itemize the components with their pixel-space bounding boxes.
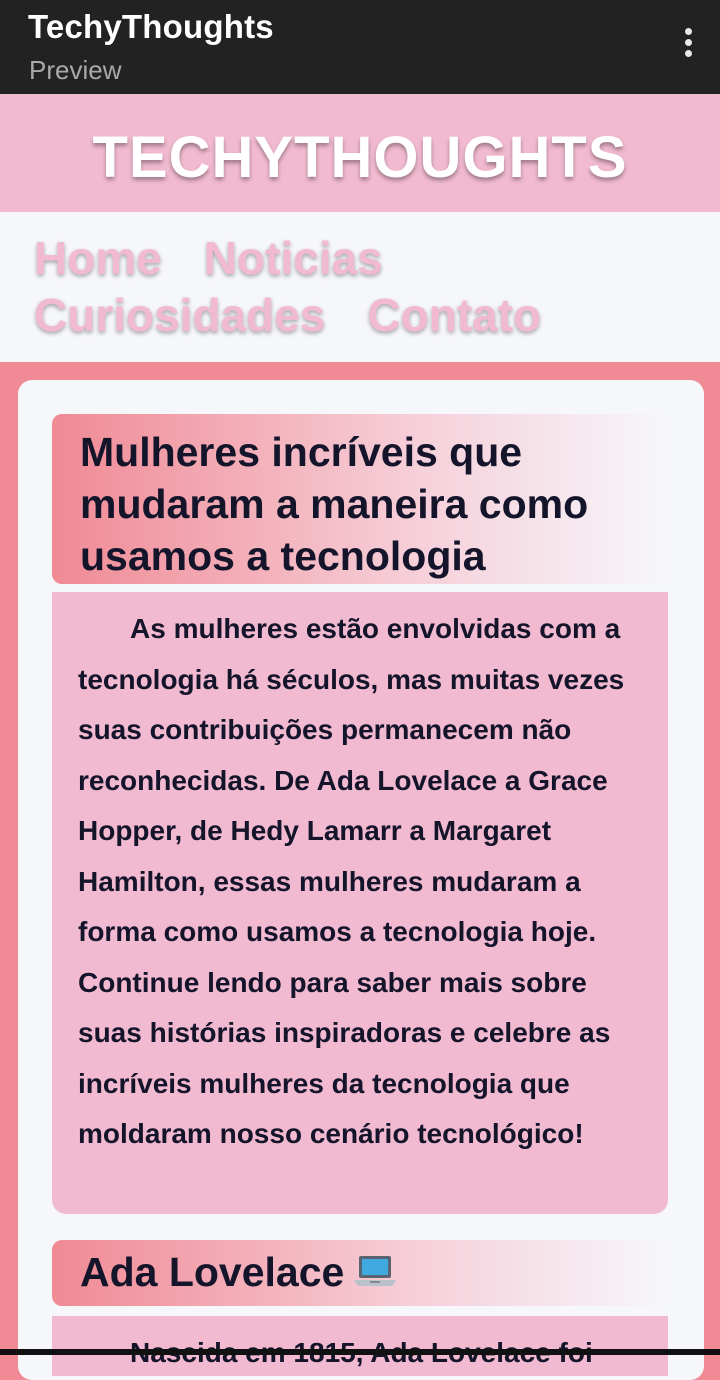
- nav-link-home[interactable]: Home: [34, 230, 162, 287]
- app-title: TechyThoughts: [28, 8, 274, 45]
- site-title: TECHYTHOUGHTS: [92, 125, 628, 190]
- bottom-edge: [0, 1349, 720, 1355]
- more-vertical-icon[interactable]: [678, 28, 698, 64]
- nav-link-noticias[interactable]: Noticias: [204, 230, 383, 287]
- app-bar: TechyThoughts Preview: [0, 0, 720, 94]
- site-header: TECHYTHOUGHTS: [0, 94, 720, 212]
- article-body: As mulheres estão envolvidas com a tecno…: [52, 592, 668, 1214]
- section-heading: Ada Lovelace: [80, 1246, 668, 1298]
- laptop-icon: [354, 1256, 397, 1286]
- section-title-banner: Ada Lovelace: [52, 1240, 668, 1306]
- section-body: Nascida em 1815, Ada Lovelace foi: [52, 1316, 668, 1376]
- article-title-banner: Mulheres incríveis que mudaram a maneira…: [52, 414, 668, 584]
- nav-link-contato[interactable]: Contato: [367, 287, 541, 344]
- section-title: Ada Lovelace: [80, 1249, 345, 1295]
- app-subtitle: Preview: [29, 55, 122, 85]
- nav-link-curiosidades[interactable]: Curiosidades: [34, 287, 325, 344]
- site-nav: Home Noticias Curiosidades Contato: [0, 212, 720, 362]
- article-title: Mulheres incríveis que mudaram a maneira…: [80, 429, 589, 579]
- article-card: Mulheres incríveis que mudaram a maneira…: [18, 380, 704, 1380]
- article-paragraph: As mulheres estão envolvidas com a tecno…: [78, 613, 625, 1149]
